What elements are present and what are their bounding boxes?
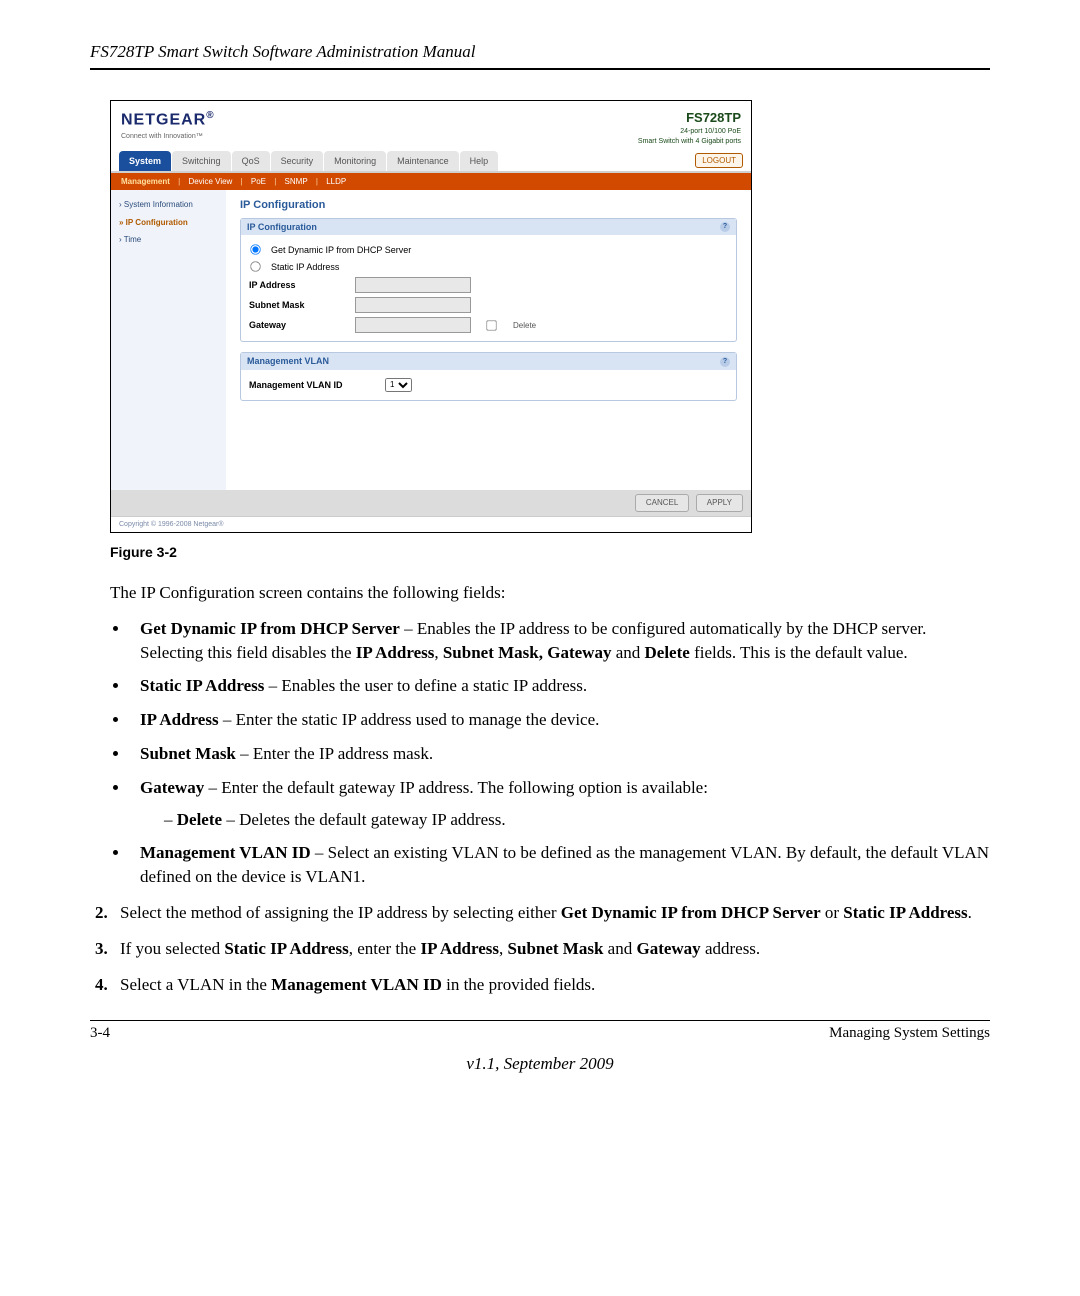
product-info: FS728TP 24-port 10/100 PoE Smart Switch … [638, 109, 741, 147]
version-text: v1.1, September 2009 [90, 1052, 990, 1076]
subnav-lldp[interactable]: LLDP [326, 177, 346, 186]
radio-static-label: Static IP Address [271, 261, 339, 274]
header-rule [90, 68, 990, 70]
list-item: Subnet Mask – Enter the IP address mask. [130, 742, 990, 766]
cancel-button[interactable]: CANCEL [635, 494, 689, 511]
sidebar-item-ipconfig[interactable]: » IP Configuration [111, 214, 226, 231]
list-item: IP Address – Enter the static IP address… [130, 708, 990, 732]
sidebar: › System Information » IP Configuration … [111, 190, 226, 490]
screenshot: NETGEAR® Connect with Innovation™ FS728T… [110, 100, 752, 534]
subnav-device-view[interactable]: Device View [188, 177, 232, 186]
mgmt-vlan-select[interactable]: 1 [385, 378, 412, 392]
ip-config-fieldset: IP Configuration ? Get Dynamic IP from D… [240, 218, 737, 343]
delete-checkbox[interactable] [486, 320, 496, 330]
field-list: Get Dynamic IP from DHCP Server – Enable… [130, 617, 990, 889]
footer-bar: CANCEL APPLY [111, 490, 751, 515]
tab-monitoring[interactable]: Monitoring [324, 151, 386, 172]
page-number: 3-4 [90, 1023, 110, 1044]
brand-tagline: Connect with Innovation™ [121, 132, 215, 142]
delete-label: Delete [513, 320, 536, 331]
page-title: IP Configuration [240, 198, 737, 213]
tab-security[interactable]: Security [271, 151, 324, 172]
copyright: Copyright © 1996-2008 Netgear® [111, 516, 751, 533]
ip-config-head: IP Configuration ? [241, 219, 736, 236]
doc-header: FS728TP Smart Switch Software Administra… [90, 40, 990, 64]
product-desc1: 24-port 10/100 PoE [638, 127, 741, 137]
intro-text: The IP Configuration screen contains the… [110, 581, 990, 605]
subnet-input[interactable] [355, 297, 471, 313]
tabbar: System Switching QoS Security Monitoring… [111, 151, 751, 174]
step-2: Select the method of assigning the IP ad… [112, 901, 990, 925]
ip-config-title: IP Configuration [247, 221, 317, 234]
subnav-snmp[interactable]: SNMP [285, 177, 308, 186]
step-3: If you selected Static IP Address, enter… [112, 937, 990, 961]
brand-logo: NETGEAR® [121, 109, 215, 132]
gateway-label: Gateway [249, 319, 349, 332]
mgmt-vlan-title: Management VLAN [247, 355, 329, 368]
app-header: NETGEAR® Connect with Innovation™ FS728T… [111, 101, 751, 151]
help-icon[interactable]: ? [720, 222, 730, 232]
steps-list: Select the method of assigning the IP ad… [90, 901, 990, 996]
apply-button[interactable]: APPLY [696, 494, 743, 511]
sidebar-item-time[interactable]: › Time [111, 231, 226, 248]
product-desc2: Smart Switch with 4 Gigabit ports [638, 137, 741, 147]
list-item: Gateway – Enter the default gateway IP a… [130, 776, 990, 832]
mgmt-vlan-head: Management VLAN ? [241, 353, 736, 370]
ip-address-label: IP Address [249, 279, 349, 292]
mgmt-vlan-fieldset: Management VLAN ? Management VLAN ID 1 [240, 352, 737, 401]
figure-caption: Figure 3-2 [110, 543, 990, 563]
tab-qos[interactable]: QoS [232, 151, 270, 172]
tab-switching[interactable]: Switching [172, 151, 231, 172]
subnav-management[interactable]: Management [121, 177, 170, 186]
tab-maintenance[interactable]: Maintenance [387, 151, 459, 172]
logout-button[interactable]: LOGOUT [695, 153, 743, 168]
radio-dhcp-label: Get Dynamic IP from DHCP Server [271, 244, 411, 257]
tab-system[interactable]: System [119, 151, 171, 172]
list-item: Get Dynamic IP from DHCP Server – Enable… [130, 617, 990, 665]
page-footer: 3-4 Managing System Settings [90, 1023, 990, 1044]
subnav: Management | Device View | PoE | SNMP | … [111, 173, 751, 190]
step-4: Select a VLAN in the Management VLAN ID … [112, 973, 990, 997]
radio-dhcp[interactable] [250, 245, 260, 255]
mgmt-vlan-label: Management VLAN ID [249, 379, 379, 392]
help-icon[interactable]: ? [720, 357, 730, 367]
sidebar-item-sysinfo[interactable]: › System Information [111, 196, 226, 213]
section-title: Managing System Settings [829, 1023, 990, 1044]
subnav-poe[interactable]: PoE [251, 177, 266, 186]
gateway-input[interactable] [355, 317, 471, 333]
content-area: › System Information » IP Configuration … [111, 190, 751, 490]
list-item: Management VLAN ID – Select an existing … [130, 841, 990, 889]
tab-help[interactable]: Help [460, 151, 499, 172]
main-panel: IP Configuration IP Configuration ? Get … [226, 190, 751, 490]
ip-address-input[interactable] [355, 277, 471, 293]
subnet-label: Subnet Mask [249, 299, 349, 312]
list-item: Static IP Address – Enables the user to … [130, 674, 990, 698]
product-model: FS728TP [638, 109, 741, 127]
list-item: Delete – Deletes the default gateway IP … [164, 808, 990, 832]
radio-static[interactable] [250, 262, 260, 272]
footer-rule [90, 1020, 990, 1021]
